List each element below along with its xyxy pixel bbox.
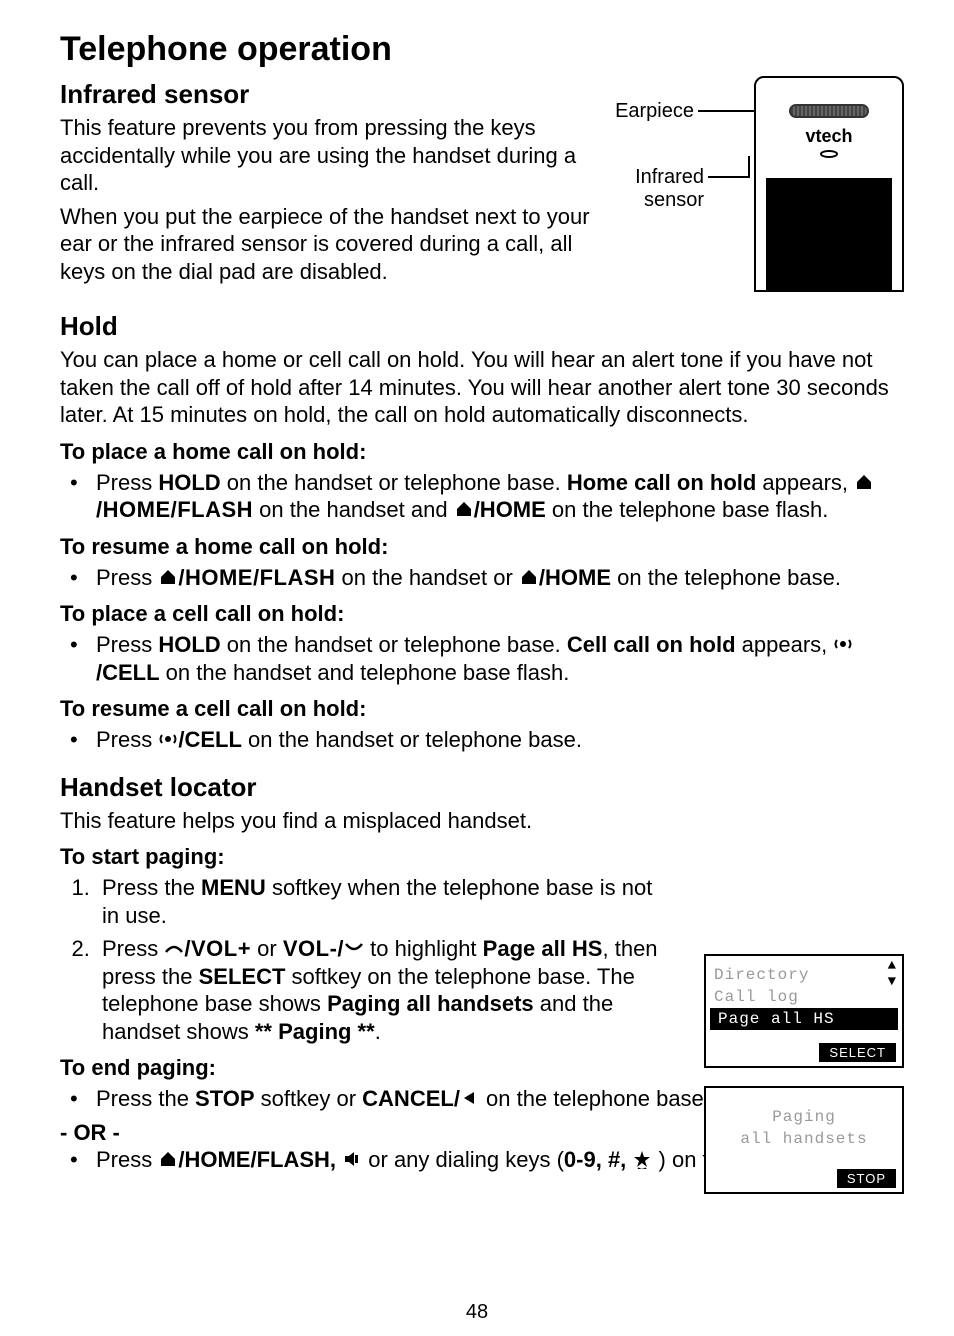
hold-heading: Hold [60,311,894,342]
star-icon [632,1149,652,1169]
lcd-row: Call log [706,986,902,1008]
start-paging-step-1: Press the MENU softkey when the telephon… [96,874,670,929]
mute-icon [342,1149,362,1169]
lcd-softkey: STOP [837,1169,896,1188]
home-icon [454,499,474,519]
home-icon [158,567,178,587]
phone-diagram: Earpiece Infraredsensor vtech [604,76,904,296]
resume-cell-heading: To resume a cell call on hold: [60,696,894,722]
lcd-screen-menu: ▲▼ Directory Call log Page all HS SELECT [704,954,904,1068]
place-home-item: Press HOLD on the handset or telephone b… [96,469,894,524]
home-icon [158,1149,178,1169]
cell-icon [833,634,853,654]
place-home-heading: To place a home call on hold: [60,439,894,465]
back-icon [460,1088,480,1108]
infrared-leader [708,176,748,178]
down-arrow-icon [344,938,364,958]
place-cell-item: Press HOLD on the handset or telephone b… [96,631,894,686]
sensor-icon [820,150,838,158]
phone-body: vtech [754,76,904,292]
home-icon [854,472,874,492]
vtech-logo: vtech [756,126,902,147]
earpiece-label: Earpiece [604,100,694,123]
lcd-row-selected: Page all HS [710,1008,898,1030]
infrared-p2: When you put the earpiece of the handset… [60,203,590,286]
page-number: 48 [0,1301,954,1324]
up-arrow-icon [164,938,184,958]
lcd-softkey: SELECT [819,1043,896,1062]
lcd-message: Pagingall handsets [706,1088,902,1151]
lcd-row: Directory [706,964,902,986]
resume-home-heading: To resume a home call on hold: [60,534,894,560]
side-button-icon [902,144,904,174]
phone-screen [766,178,892,290]
earpiece-icon [789,104,869,118]
locator-heading: Handset locator [60,772,894,803]
side-button-icon [902,108,904,138]
scroll-arrows-icon: ▲▼ [888,958,896,990]
hold-intro: You can place a home or cell call on hol… [60,346,894,429]
place-cell-heading: To place a cell call on hold: [60,601,894,627]
infrared-leader-v [748,156,750,178]
home-icon [519,567,539,587]
resume-cell-item: Press /CELL on the handset or telephone … [96,726,894,754]
locator-intro: This feature helps you find a misplaced … [60,807,894,835]
infrared-label: Infraredsensor [604,166,704,212]
infrared-p1: This feature prevents you from pressing … [60,114,590,197]
resume-home-item: Press /HOME/FLASH on the handset or /HOM… [96,564,894,592]
start-paging-heading: To start paging: [60,844,894,870]
lcd-screen-paging: Pagingall handsets STOP [704,1086,904,1194]
page-title: Telephone operation [60,30,894,69]
cell-icon [158,729,178,749]
start-paging-step-2: Press /VOL+ or VOL-/ to highlight Page a… [96,935,670,1045]
